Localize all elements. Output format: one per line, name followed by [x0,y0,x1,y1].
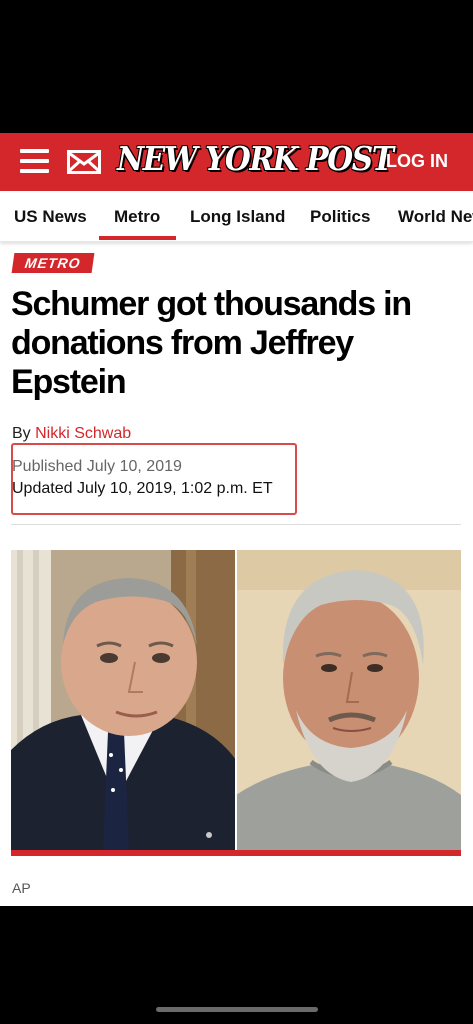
phone-screen: NEW YORK POST LOG IN US News Metro Long … [0,0,473,1024]
photo-accent-rule [11,850,461,856]
article-headline: Schumer got thousands in donations from … [11,285,412,401]
mail-envelope-icon[interactable] [67,150,101,174]
article-photo[interactable] [11,550,461,850]
nav-item-politics[interactable]: Politics [310,207,370,227]
home-indicator[interactable] [156,1007,318,1012]
nav-item-metro[interactable]: Metro [114,207,160,227]
nav-item-long-island[interactable]: Long Island [190,207,285,227]
section-nav: US News Metro Long Island Politics World… [0,191,473,242]
site-logo[interactable]: NEW YORK POST [117,139,394,178]
date-highlight-box [11,443,297,515]
byline-prefix: By [12,425,31,442]
nav-item-us-news[interactable]: US News [14,207,87,227]
active-tab-indicator [99,236,176,240]
masthead: NEW YORK POST LOG IN [0,133,473,191]
byline: By Nikki Schwab [12,425,131,443]
author-link[interactable]: Nikki Schwab [35,425,131,442]
divider [11,524,461,525]
article-page: NEW YORK POST LOG IN US News Metro Long … [0,133,473,906]
login-button[interactable]: LOG IN [386,151,448,172]
nav-item-world-news[interactable]: World New [398,207,473,227]
photo-credit: AP [12,880,31,896]
section-tag[interactable]: METRO [11,253,94,273]
hamburger-menu-icon[interactable] [20,149,49,173]
